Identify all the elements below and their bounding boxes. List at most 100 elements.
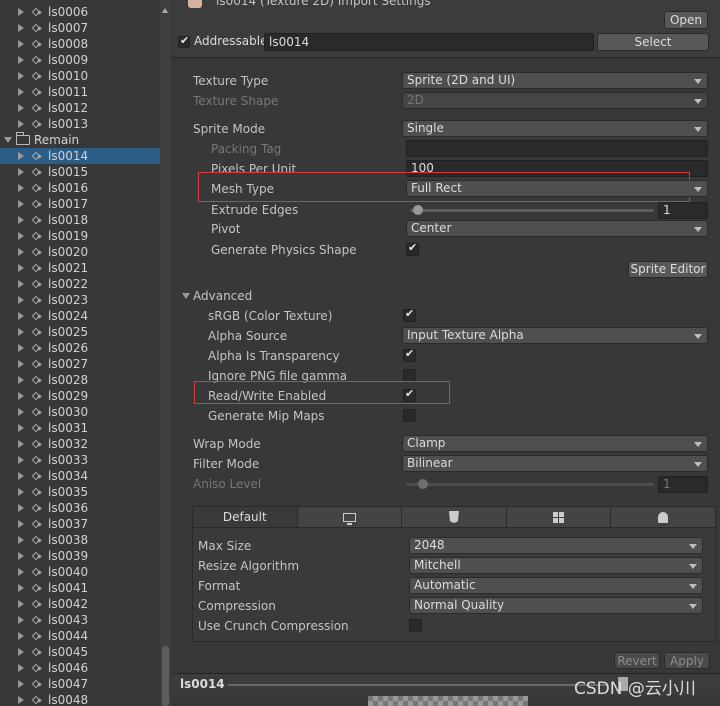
tree-item[interactable]: ls0047 <box>0 676 160 692</box>
mesh-type-dropdown[interactable]: Full Rect <box>406 180 708 197</box>
expand-arrow-icon[interactable] <box>18 40 24 48</box>
tree-item[interactable]: ls0039 <box>0 548 160 564</box>
preview-mip-slider[interactable] <box>228 684 608 686</box>
format-dropdown[interactable]: Automatic <box>409 577 703 594</box>
expand-arrow-icon[interactable] <box>18 440 24 448</box>
tree-item[interactable]: ls0023 <box>0 292 160 308</box>
tree-item[interactable]: ls0017 <box>0 196 160 212</box>
tree-item[interactable]: ls0026 <box>0 340 160 356</box>
revert-button[interactable]: Revert <box>614 652 660 669</box>
expand-arrow-icon[interactable] <box>18 488 24 496</box>
address-field[interactable]: ls0014 <box>264 33 594 51</box>
tree-item[interactable]: ls0046 <box>0 660 160 676</box>
tab-android[interactable] <box>611 507 715 527</box>
extrude-edges-knob[interactable] <box>413 205 423 215</box>
expand-arrow-icon[interactable] <box>18 24 24 32</box>
tree-item[interactable]: ls0048 <box>0 692 160 706</box>
expand-arrow-icon[interactable] <box>18 248 24 256</box>
expand-arrow-icon[interactable] <box>18 408 24 416</box>
alpha-source-dropdown[interactable]: Input Texture Alpha <box>402 327 708 344</box>
tree-item[interactable]: ls0040 <box>0 564 160 580</box>
tree-item[interactable]: ls0021 <box>0 260 160 276</box>
expand-arrow-icon[interactable] <box>18 216 24 224</box>
tree-item[interactable]: ls0042 <box>0 596 160 612</box>
tree-item[interactable]: ls0034 <box>0 468 160 484</box>
tree-item[interactable]: ls0009 <box>0 52 160 68</box>
expand-arrow-icon[interactable] <box>18 232 24 240</box>
scroll-thumb[interactable] <box>162 646 169 706</box>
tree-item[interactable]: ls0018 <box>0 212 160 228</box>
sprite-mode-dropdown[interactable]: Single <box>402 120 708 137</box>
tree-item[interactable]: ls0038 <box>0 532 160 548</box>
collapse-arrow-icon[interactable] <box>4 137 12 143</box>
tree-item[interactable]: ls0012 <box>0 100 160 116</box>
tree-item[interactable]: ls0028 <box>0 372 160 388</box>
expand-arrow-icon[interactable] <box>18 104 24 112</box>
expand-arrow-icon[interactable] <box>18 88 24 96</box>
tree-item[interactable]: ls0044 <box>0 628 160 644</box>
expand-arrow-icon[interactable] <box>18 696 24 704</box>
tree-item[interactable]: ls0007 <box>0 20 160 36</box>
expand-arrow-icon[interactable] <box>18 568 24 576</box>
scroll-up-icon[interactable] <box>162 8 168 13</box>
tree-item[interactable]: ls0022 <box>0 276 160 292</box>
expand-arrow-icon[interactable] <box>18 280 24 288</box>
tree-item[interactable]: ls0025 <box>0 324 160 340</box>
expand-arrow-icon[interactable] <box>18 72 24 80</box>
expand-arrow-icon[interactable] <box>18 424 24 432</box>
expand-arrow-icon[interactable] <box>18 376 24 384</box>
tree-item[interactable]: ls0029 <box>0 388 160 404</box>
tree-item[interactable]: ls0008 <box>0 36 160 52</box>
tree-item[interactable]: ls0027 <box>0 356 160 372</box>
expand-arrow-icon[interactable] <box>18 392 24 400</box>
expand-arrow-icon[interactable] <box>18 152 24 160</box>
read-write-checkbox[interactable] <box>403 387 416 402</box>
generate-physics-shape-checkbox[interactable] <box>406 241 419 256</box>
tree-item[interactable]: ls0013 <box>0 116 160 132</box>
tree-item[interactable]: ls0035 <box>0 484 160 500</box>
compression-dropdown[interactable]: Normal Quality <box>409 597 703 614</box>
expand-arrow-icon[interactable] <box>18 296 24 304</box>
extrude-edges-slider[interactable] <box>410 209 654 212</box>
expand-arrow-icon[interactable] <box>18 680 24 688</box>
tree-item[interactable]: ls0006 <box>0 4 160 20</box>
expand-arrow-icon[interactable] <box>18 456 24 464</box>
select-button[interactable]: Select <box>597 33 709 51</box>
expand-arrow-icon[interactable] <box>18 200 24 208</box>
tree-item[interactable]: ls0019 <box>0 228 160 244</box>
tree-item[interactable]: ls0031 <box>0 420 160 436</box>
tree-scrollbar[interactable] <box>160 0 171 706</box>
wrap-mode-dropdown[interactable]: Clamp <box>402 435 708 452</box>
tree-item[interactable]: ls0030 <box>0 404 160 420</box>
filter-mode-dropdown[interactable]: Bilinear <box>402 455 708 472</box>
tab-default[interactable]: Default <box>193 507 298 527</box>
expand-arrow-icon[interactable] <box>18 328 24 336</box>
max-size-dropdown[interactable]: 2048 <box>409 537 703 554</box>
tree-item[interactable]: ls0010 <box>0 68 160 84</box>
tree-item[interactable]: ls0032 <box>0 436 160 452</box>
tree-item[interactable]: ls0043 <box>0 612 160 628</box>
expand-arrow-icon[interactable] <box>18 664 24 672</box>
tree-item[interactable]: ls0020 <box>0 244 160 260</box>
expand-arrow-icon[interactable] <box>18 264 24 272</box>
tab-standalone[interactable] <box>298 507 403 527</box>
expand-arrow-icon[interactable] <box>18 360 24 368</box>
tree-item[interactable]: ls0045 <box>0 644 160 660</box>
tab-webgl[interactable] <box>402 507 507 527</box>
sprite-editor-button[interactable]: Sprite Editor <box>628 261 708 278</box>
alpha-is-transparency-checkbox[interactable] <box>403 347 416 362</box>
expand-arrow-icon[interactable] <box>18 536 24 544</box>
packing-tag-field[interactable] <box>406 140 708 157</box>
tree-item[interactable]: ls0014 <box>0 148 160 164</box>
resize-algorithm-dropdown[interactable]: Mitchell <box>409 557 703 574</box>
generate-mip-maps-checkbox[interactable] <box>403 409 416 422</box>
expand-arrow-icon[interactable] <box>18 584 24 592</box>
expand-arrow-icon[interactable] <box>18 504 24 512</box>
expand-arrow-icon[interactable] <box>18 120 24 128</box>
expand-arrow-icon[interactable] <box>18 8 24 16</box>
expand-arrow-icon[interactable] <box>18 552 24 560</box>
tree-item[interactable]: ls0041 <box>0 580 160 596</box>
expand-arrow-icon[interactable] <box>18 168 24 176</box>
expand-arrow-icon[interactable] <box>18 632 24 640</box>
tree-item[interactable]: ls0033 <box>0 452 160 468</box>
